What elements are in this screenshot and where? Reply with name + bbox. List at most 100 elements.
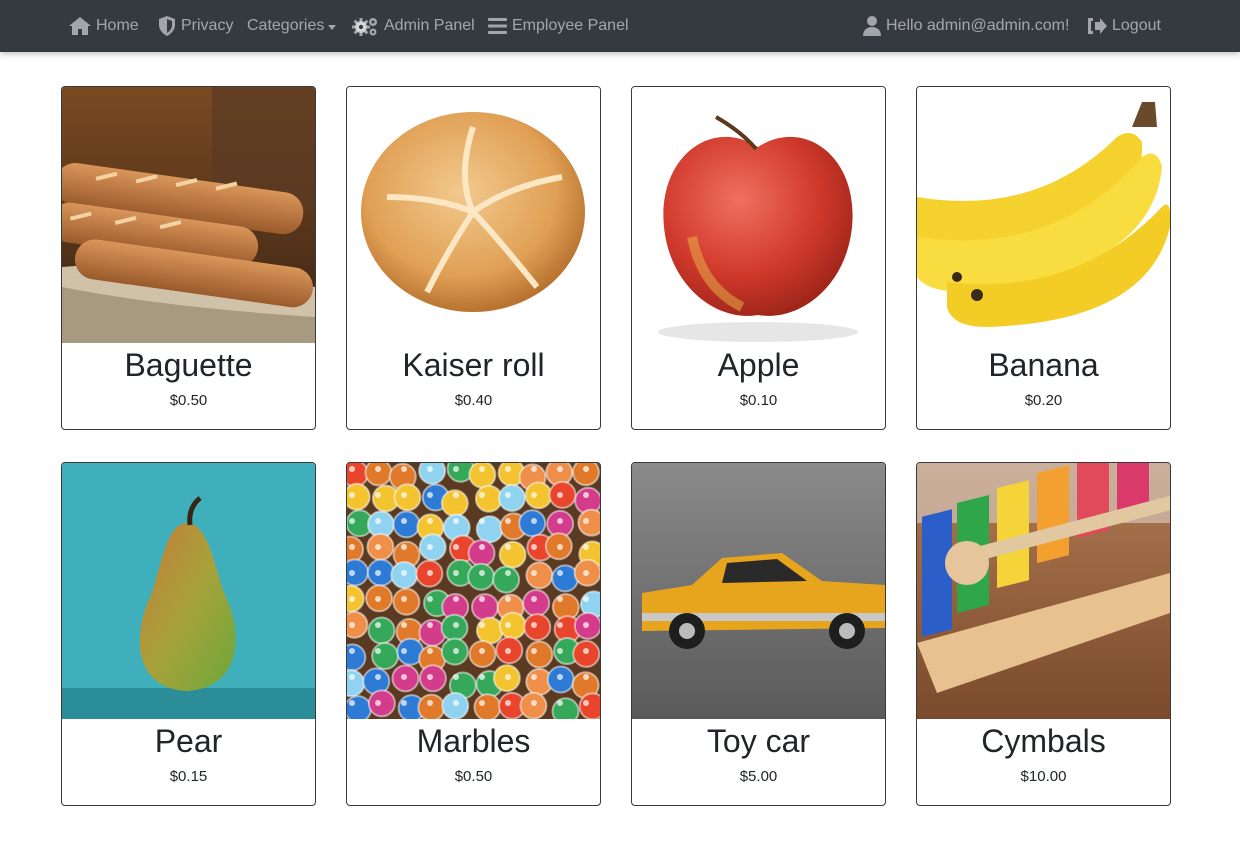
marble-highlight — [375, 700, 381, 706]
marble-highlight — [349, 544, 355, 550]
kaiser-roll-image — [347, 87, 600, 343]
marble — [440, 613, 469, 642]
marble — [467, 539, 496, 568]
apple-image — [632, 87, 885, 343]
marble-highlight — [453, 674, 459, 680]
nav-privacy-link[interactable]: Privacy — [157, 0, 233, 52]
marble-highlight — [557, 466, 563, 472]
marble-highlight — [479, 674, 485, 680]
marble-highlight — [583, 570, 589, 576]
marble-highlight — [453, 648, 459, 654]
marble — [470, 593, 499, 622]
marble-highlight — [453, 700, 459, 706]
marble-highlight — [505, 570, 511, 576]
chevron-down-icon — [328, 24, 337, 30]
product-card[interactable]: Cymbals $10.00 — [916, 462, 1171, 806]
marble-highlight — [427, 674, 433, 680]
marble-highlight — [531, 570, 537, 576]
marble — [498, 611, 527, 640]
marble-highlight — [375, 466, 381, 472]
marble — [473, 693, 502, 719]
marble-highlight — [505, 492, 511, 498]
marble-highlight — [401, 570, 407, 576]
pear-image — [62, 463, 315, 719]
product-name: Toy car — [706, 723, 811, 759]
marble-highlight — [557, 648, 563, 654]
marble — [367, 689, 396, 718]
marble-highlight — [505, 544, 511, 550]
marble-highlight — [453, 544, 459, 550]
marble-highlight — [427, 518, 433, 524]
marble-highlight — [479, 596, 485, 602]
product-price: $5.00 — [739, 768, 778, 785]
marble-highlight — [349, 518, 355, 524]
nav-admin-panel-link[interactable]: Admin Panel — [352, 0, 475, 52]
marble-highlight — [531, 518, 537, 524]
marble-highlight — [557, 674, 563, 680]
nav-employee-panel-link[interactable]: Employee Panel — [488, 0, 629, 52]
product-card[interactable]: Toy car $5.00 — [631, 462, 886, 806]
nav-greeting-label: Hello admin@admin.com! — [886, 17, 1070, 34]
baguette-image — [62, 87, 315, 343]
marble-highlight — [583, 674, 589, 680]
marble — [417, 693, 446, 719]
marble-highlight — [557, 570, 563, 576]
marble-highlight — [349, 648, 355, 654]
marble-highlight — [375, 570, 381, 576]
marble-highlight — [583, 622, 589, 628]
marble-highlight — [401, 648, 407, 654]
product-card[interactable]: Banana $0.20 — [916, 86, 1171, 430]
marble-highlight — [349, 570, 355, 576]
product-price: $0.50 — [454, 768, 493, 785]
marble-highlight — [505, 596, 511, 602]
toy-car-image — [632, 463, 885, 719]
marble-highlight — [557, 492, 563, 498]
marble-highlight — [401, 518, 407, 524]
marbles-image — [347, 463, 600, 719]
marble-highlight — [401, 622, 407, 628]
marble-highlight — [427, 700, 433, 706]
nav-home-link[interactable]: Home — [68, 0, 139, 52]
nav-categories-label: Categories — [247, 17, 325, 34]
marble-highlight — [479, 570, 485, 576]
marble-highlight — [401, 492, 407, 498]
marble-highlight — [479, 622, 485, 628]
marble-highlight — [401, 700, 407, 706]
product-name: Baguette — [124, 347, 253, 383]
marble-highlight — [375, 492, 381, 498]
product-card[interactable]: Apple $0.10 — [631, 86, 886, 430]
product-card[interactable]: Marbles $0.50 — [346, 462, 601, 806]
marble — [498, 484, 527, 513]
marble-highlight — [427, 492, 433, 498]
product-card[interactable]: Baguette $0.50 — [61, 86, 316, 430]
marble-highlight — [401, 674, 407, 680]
marble-highlight — [531, 674, 537, 680]
banana-image — [917, 87, 1170, 343]
marble — [347, 695, 372, 719]
nav-user-greeting[interactable]: Hello admin@admin.com! — [862, 0, 1069, 52]
marble-highlight — [531, 596, 537, 602]
marble — [498, 540, 527, 569]
marble-highlight — [453, 518, 459, 524]
marble-highlight — [349, 596, 355, 602]
marble-highlight — [557, 700, 563, 706]
marble — [475, 616, 504, 645]
marble-highlight — [375, 518, 381, 524]
marble — [492, 565, 521, 594]
marble-highlight — [531, 492, 537, 498]
marble-highlight — [427, 596, 433, 602]
sign-out-icon — [1088, 18, 1107, 34]
nav-logout-link[interactable]: Logout — [1086, 0, 1161, 52]
product-name: Apple — [717, 347, 800, 383]
product-price: $0.10 — [739, 392, 778, 409]
marble — [347, 643, 367, 672]
marble-highlight — [583, 544, 589, 550]
marble-highlight — [557, 596, 563, 602]
marble-highlight — [427, 544, 433, 550]
nav-categories-dropdown[interactable]: Categories — [247, 0, 337, 52]
product-card[interactable]: Kaiser roll $0.40 — [346, 86, 601, 430]
marble-highlight — [505, 674, 511, 680]
marble-highlight — [479, 518, 485, 524]
marble — [523, 613, 552, 642]
product-card[interactable]: Pear $0.15 — [61, 462, 316, 806]
